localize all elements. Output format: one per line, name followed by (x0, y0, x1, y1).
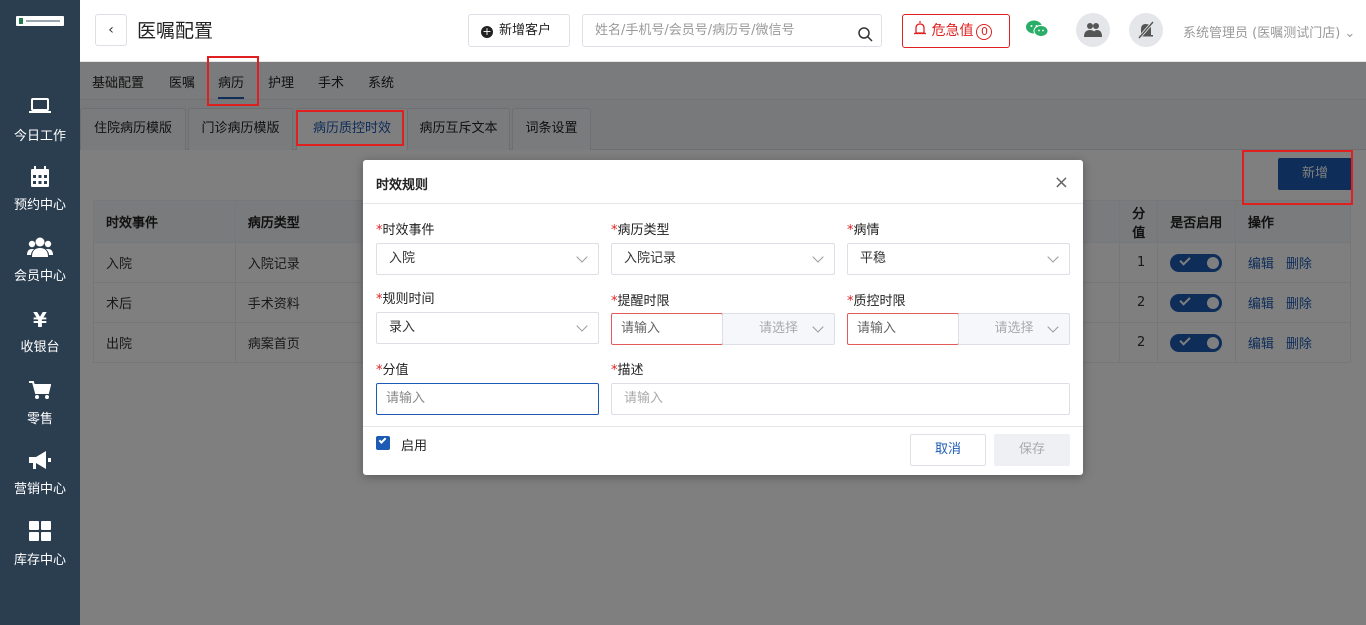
dialog-divider (363, 426, 1083, 427)
sidebar-item-label: 会员中心 (13, 269, 66, 284)
sidebar-item-label: 零售 (26, 412, 53, 427)
condition-select[interactable]: 平稳 (847, 243, 1070, 275)
label-remind-limit: *提醒时限 (611, 294, 670, 309)
critical-value-button[interactable]: 危急值 0 (902, 14, 1010, 48)
sidebar-item-retail[interactable]: 零售 (0, 380, 80, 440)
label-rule-time: *规则时间 (376, 292, 435, 307)
remind-placeholder: 请输入 (621, 321, 661, 336)
label-condition: *病情 (847, 223, 880, 238)
calendar-icon (0, 166, 80, 190)
back-button[interactable]: ‹ (95, 14, 127, 46)
top-header: ‹ 医嘱配置 + 新增客户 姓名/手机号/会员号/病历号/微信号 危急值 0 系统管… (80, 0, 1366, 62)
sidebar-item-label: 预约中心 (13, 198, 66, 213)
save-button[interactable]: 保存 (994, 434, 1070, 466)
rule-time-select[interactable]: 录入 (376, 312, 599, 344)
add-customer-label: 新增客户 (499, 23, 552, 38)
dialog-header: 时效规则 × (363, 160, 1083, 204)
highlight-tab-medical-record (207, 56, 259, 106)
chevron-down-icon (1047, 251, 1059, 263)
qc-unit-select[interactable]: 请选择 (958, 313, 1070, 345)
alarm-icon (913, 21, 927, 39)
enable-checkbox[interactable] (376, 436, 390, 450)
laptop-icon (0, 97, 80, 121)
alarm-count-badge: 0 (976, 24, 993, 40)
label-description: *描述 (611, 363, 644, 378)
record-type-value: 入院记录 (624, 251, 677, 266)
cancel-button[interactable]: 取消 (910, 434, 986, 466)
sidebar: 今日工作 预约中心 会员中心 ¥ 收银台 零售 营销中心 库存中心 (0, 0, 80, 625)
add-customer-button[interactable]: + 新增客户 (468, 14, 570, 47)
users-icon (0, 237, 80, 261)
label-qc-limit: *质控时限 (847, 294, 906, 309)
remind-unit-placeholder: 请选择 (758, 321, 798, 336)
rule-time-value: 录入 (389, 320, 416, 335)
label-event: *时效事件 (376, 223, 435, 238)
sidebar-item-label: 营销中心 (13, 482, 66, 497)
highlight-new-button (1242, 150, 1353, 205)
logo (16, 16, 64, 26)
sidebar-item-cashier[interactable]: ¥ 收银台 (0, 308, 80, 368)
chevron-down-icon (576, 320, 588, 332)
description-input[interactable]: 请输入 (611, 383, 1070, 415)
condition-value: 平稳 (860, 251, 887, 266)
check-icon (378, 436, 387, 444)
label-score: *分值 (376, 363, 409, 378)
search-input[interactable]: 姓名/手机号/会员号/病历号/微信号 (582, 14, 882, 47)
remind-limit-input[interactable]: 请输入 (611, 313, 723, 345)
score-input[interactable]: 请输入 (376, 383, 599, 415)
sidebar-item-label: 库存中心 (13, 553, 66, 568)
score-placeholder: 请输入 (386, 391, 426, 406)
chevron-left-icon: ‹ (108, 22, 114, 38)
chevron-down-icon (576, 251, 588, 263)
sidebar-item-label: 今日工作 (13, 129, 66, 144)
team-icon[interactable] (1076, 13, 1110, 47)
megaphone-icon (0, 450, 80, 474)
cart-icon (0, 380, 80, 404)
grid-icon (0, 521, 80, 545)
wechat-icon[interactable] (1026, 20, 1049, 42)
qc-limit-input[interactable]: 请输入 (847, 313, 959, 345)
user-name: 系统管理员 (医嘱测试门店) (1183, 26, 1341, 41)
chevron-down-icon: ⌄ (1344, 26, 1356, 41)
sidebar-item-marketing[interactable]: 营销中心 (0, 450, 80, 510)
sidebar-item-appointment[interactable]: 预约中心 (0, 166, 80, 226)
close-icon[interactable]: × (1054, 172, 1069, 193)
chevron-down-icon (1047, 321, 1059, 333)
event-select[interactable]: 入院 (376, 243, 599, 275)
record-type-select[interactable]: 入院记录 (611, 243, 835, 275)
qc-placeholder: 请输入 (857, 321, 897, 336)
description-placeholder: 请输入 (624, 391, 664, 406)
enable-label: 启用 (401, 439, 428, 454)
chevron-down-icon (812, 251, 824, 263)
user-menu[interactable]: 系统管理员 (医嘱测试门店) ⌄ (1183, 22, 1355, 41)
dialog-title: 时效规则 (376, 178, 429, 193)
page-title: 医嘱配置 (137, 20, 214, 42)
rule-dialog: 时效规则 × *时效事件 入院 *病历类型 入院记录 *病情 平稳 *规则时间 … (363, 160, 1083, 475)
sidebar-item-members[interactable]: 会员中心 (0, 237, 80, 297)
bell-off-icon[interactable] (1129, 13, 1163, 47)
label-record-type: *病历类型 (611, 223, 670, 238)
remind-unit-select[interactable]: 请选择 (722, 313, 835, 345)
sidebar-item-today[interactable]: 今日工作 (0, 97, 80, 157)
event-value: 入院 (389, 251, 416, 266)
qc-unit-placeholder: 请选择 (994, 321, 1034, 336)
highlight-tab-quality-timeliness (296, 110, 404, 146)
plus-circle-icon: + (481, 25, 493, 38)
search-placeholder: 姓名/手机号/会员号/病历号/微信号 (595, 23, 795, 38)
sidebar-item-inventory[interactable]: 库存中心 (0, 521, 80, 581)
sidebar-item-label: 收银台 (20, 340, 60, 355)
alarm-label: 危急值 (931, 23, 974, 39)
chevron-down-icon (812, 321, 824, 333)
yen-icon: ¥ (33, 308, 47, 332)
search-icon[interactable] (858, 23, 873, 54)
